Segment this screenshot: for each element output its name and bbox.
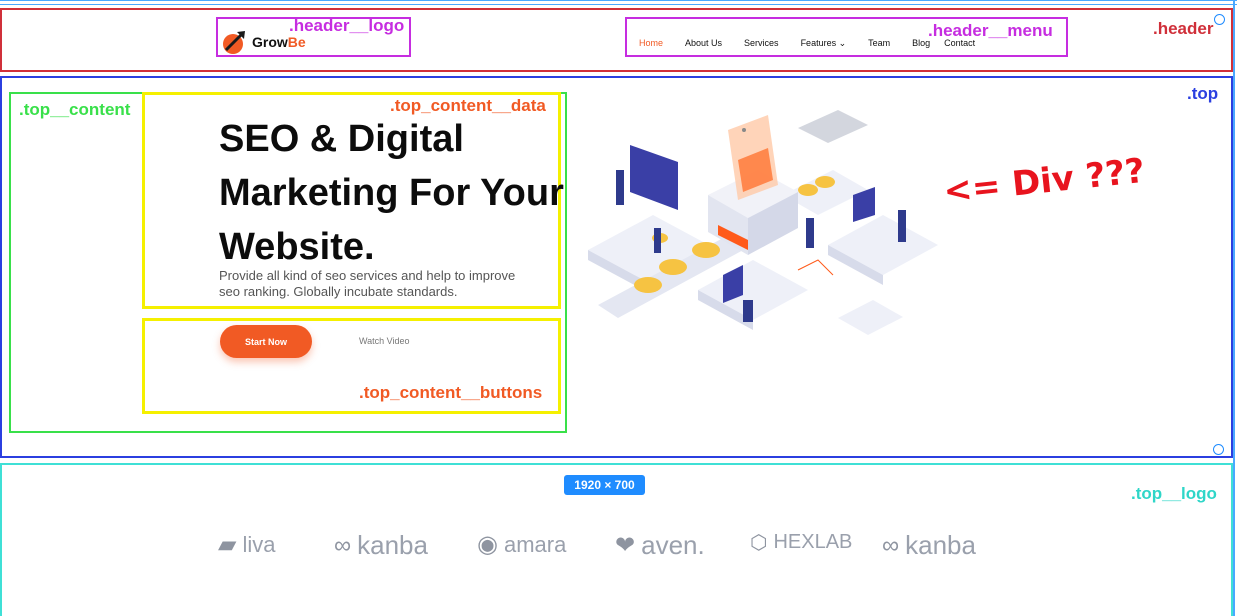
kanba-icon: ∞ — [334, 531, 352, 559]
menu-item-about[interactable]: About Us — [685, 38, 722, 49]
brand-aven: ❤ aven. — [615, 530, 705, 561]
growbe-logo-icon — [223, 31, 245, 54]
seo-isometric-illustration — [588, 110, 938, 335]
watch-video-button[interactable]: Watch Video — [359, 336, 410, 346]
menu-item-services[interactable]: Services — [744, 38, 779, 49]
menu-item-team[interactable]: Team — [868, 38, 890, 49]
top-label: .top — [1187, 84, 1219, 103]
brand-hexlab-name: HEXLAB — [773, 531, 853, 553]
menu-item-features[interactable]: Features ⌄ — [801, 38, 847, 49]
size-badge: 1920 × 700 — [564, 475, 645, 495]
logo-text-grow: Grow — [252, 34, 288, 50]
menu-item-blog[interactable]: Blog — [912, 38, 930, 49]
brand-liva: ▰ liva — [218, 530, 275, 559]
brand-liva-name: liva — [242, 531, 276, 557]
hero-text: Provide all kind of seo services and hel… — [219, 268, 516, 299]
kanba-icon: ∞ — [882, 531, 900, 559]
logo-text[interactable]: GrowBe — [252, 34, 306, 50]
top-content-buttons-frame — [142, 318, 561, 414]
logo-text-be: Be — [287, 34, 306, 50]
liva-icon: ▰ — [218, 531, 237, 558]
selection-right-line — [1233, 0, 1235, 616]
amara-icon: ◉ — [477, 531, 498, 558]
top-logo-label: .top__logo — [1131, 484, 1217, 503]
start-now-button[interactable]: Start Now — [220, 325, 312, 358]
brand-kanba-2-name: kanba — [905, 530, 976, 560]
header-menu: Home About Us Services Features ⌄ Team B… — [639, 38, 997, 49]
header-menu-frame — [625, 17, 1068, 57]
menu-item-contact[interactable]: Contact — [944, 38, 975, 49]
resize-handle[interactable] — [1214, 14, 1225, 25]
aven-icon: ❤ — [615, 532, 636, 559]
selection-top-line — [0, 0, 1237, 5]
header-label: .header — [1153, 19, 1214, 38]
brand-hexlab: ⬡ HEXLAB — [750, 530, 852, 555]
menu-item-home[interactable]: Home — [639, 38, 663, 49]
hero-title: SEO & Digital Marketing For Your Website… — [219, 118, 564, 268]
brand-kanba: ∞ kanba — [334, 530, 428, 561]
hexlab-icon: ⬡ — [750, 532, 768, 554]
brand-kanba-2: ∞ kanba — [882, 530, 976, 561]
brand-aven-name: aven. — [641, 530, 705, 560]
resize-handle[interactable] — [1213, 444, 1224, 455]
brand-amara-name: amara — [503, 531, 567, 557]
brand-kanba-name: kanba — [357, 530, 428, 560]
brand-amara: ◉ amara — [477, 530, 566, 559]
